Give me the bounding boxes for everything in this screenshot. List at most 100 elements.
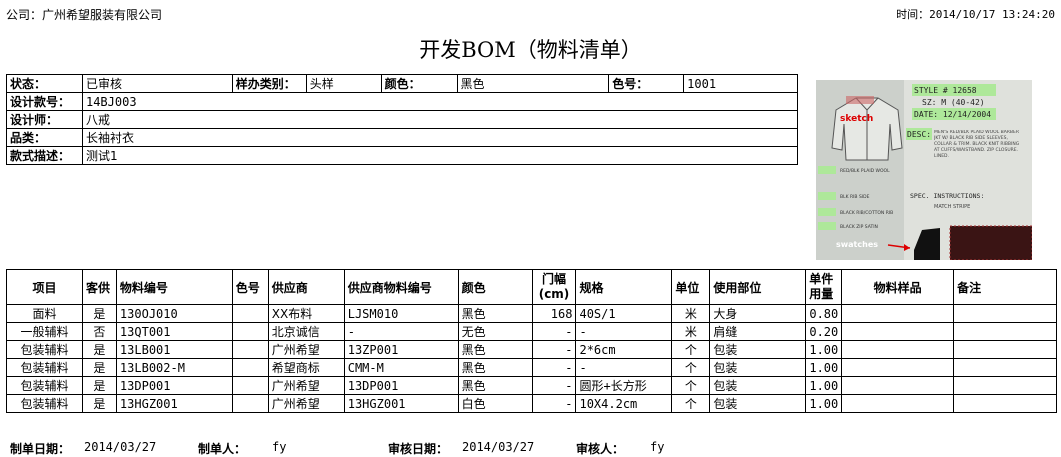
swatches-label: swatches — [836, 240, 878, 249]
table-cell — [841, 358, 955, 377]
table-cell: 黑色 — [457, 358, 533, 377]
table-cell — [953, 394, 1057, 413]
table-cell: 黑色 — [457, 304, 533, 323]
table-cell: 1.00 — [805, 376, 843, 395]
color-label: 颜色： — [380, 74, 458, 93]
company-name: 公司：广州希望服装有限公司 — [6, 8, 163, 22]
table-cell — [953, 340, 1057, 359]
table-cell: 米 — [671, 304, 711, 323]
table-cell: 10X4.2cm — [575, 394, 673, 413]
table-cell: 包装辅料 — [6, 394, 83, 413]
table-row: 包装辅料是 13LB001 广州希望 13ZP001 黑色 -2*6cm 个包装 1.00 — [6, 340, 1057, 359]
table-row: 包装辅料是 13LB002-M 希望商标 CMM-M 黑色 - - 个包装 1.00 — [6, 358, 1057, 377]
table-cell: 40S/1 — [575, 304, 673, 323]
table-cell: 1.00 — [805, 358, 843, 377]
page-title: 开发BOM（物料清单） — [419, 38, 642, 62]
table-cell: 是 — [81, 394, 117, 413]
sketch-label: sketch — [840, 114, 873, 124]
table-cell: 广州希望 — [267, 340, 345, 359]
table-cell: 包装 — [709, 358, 807, 377]
table-cell: 面料 — [6, 304, 83, 323]
size-text: SZ: M (40-42) — [922, 98, 985, 107]
table-row: 一般辅料否 13QT001 北京诚信 - 无色 - - 米肩缝 0.20 — [6, 322, 1057, 341]
table-cell: 是 — [81, 340, 117, 359]
table-cell: 13LB001 — [115, 340, 233, 359]
swatch-note: BLACK RIB/COTTON RIB — [840, 210, 893, 216]
table-cell: 北京诚信 — [267, 322, 345, 341]
table-cell: 米 — [671, 322, 711, 341]
table-cell — [231, 394, 269, 413]
spec-text: MATCH STRIPE — [934, 204, 970, 210]
table-cell: 包装 — [709, 394, 807, 413]
col-header: 物料编号 — [115, 269, 233, 305]
table-cell: - — [531, 358, 577, 377]
table-cell: 大身 — [709, 304, 807, 323]
table-row: 面料是 130OJ010 XX布料 LJSM010 黑色 168 40S/1 米大身 0.80 — [6, 304, 1057, 323]
table-cell — [841, 394, 955, 413]
table-cell: 黑色 — [457, 340, 533, 359]
maker-label: 制单人： — [198, 442, 247, 456]
table-cell: 广州希望 — [267, 376, 345, 395]
style-desc-label: 款式描述： — [6, 146, 83, 165]
table-cell: 2*6cm — [575, 340, 673, 359]
table-cell: 是 — [81, 376, 117, 395]
reviewer-value: fy — [650, 440, 665, 454]
table-cell: 否 — [81, 322, 117, 341]
table-cell — [953, 376, 1057, 395]
swatch-note: BLK RIB SIDE — [840, 194, 870, 200]
table-cell: - — [343, 322, 459, 341]
table-cell: - — [531, 340, 577, 359]
review-date-value: 2014/03/27 — [462, 440, 535, 454]
table-cell — [953, 322, 1057, 341]
table-cell: 13HGZ001 — [343, 394, 459, 413]
table-cell: - — [531, 322, 577, 341]
table-cell: 130OJ010 — [115, 304, 233, 323]
col-header: 备注 — [953, 269, 1057, 305]
table-cell: 13ZP001 — [343, 340, 459, 359]
table-cell: 1.00 — [805, 394, 843, 413]
table-cell — [841, 304, 955, 323]
table-cell: - — [531, 394, 577, 413]
table-cell — [841, 340, 955, 359]
table-cell: 包装 — [709, 340, 807, 359]
items-header-row: 项目 客供 物料编号 色号 供应商 供应商物料编号 颜色 门幅(cm) 规格 单… — [6, 269, 1057, 305]
table-cell: 广州希望 — [267, 394, 345, 413]
table-cell: 希望商标 — [267, 358, 345, 377]
table-cell: 0.80 — [805, 304, 843, 323]
maker-value: fy — [272, 440, 287, 454]
table-cell: CMM-M — [343, 358, 459, 377]
table-cell: 无色 — [457, 322, 533, 341]
table-cell: 13HGZ001 — [115, 394, 233, 413]
status-label: 状态： — [6, 74, 83, 93]
sketch-date: DATE: 12/14/2004 — [914, 110, 991, 119]
col-header: 供应商 — [267, 269, 345, 305]
table-cell: 168 — [531, 304, 577, 323]
color-no-label: 色号： — [608, 74, 685, 93]
design-no-label: 设计款号： — [6, 92, 83, 111]
table-cell — [841, 322, 955, 341]
color-no-value: 1001 — [683, 74, 798, 93]
table-cell: 肩缝 — [709, 322, 807, 341]
sample-type-value: 头样 — [305, 74, 382, 93]
col-header: 单件用量 — [805, 269, 843, 305]
category-value: 长袖衬衣 — [81, 128, 799, 147]
sample-type-label: 样办类别： — [231, 74, 307, 93]
table-cell — [231, 322, 269, 341]
sketch-description: MEN'S RED/BLK PLAID WOOL BARBER JKT W/ B… — [934, 130, 1020, 159]
product-image: sketch RED/BLK PLAID WOOL BLK RIB SIDE B… — [816, 80, 1032, 260]
table-cell — [231, 358, 269, 377]
col-header: 项目 — [6, 269, 83, 305]
table-cell: 0.20 — [805, 322, 843, 341]
table-row: 包装辅料是 13DP001 广州希望 13DP001 黑色 - 圆形+长方形个包装 1.00 — [6, 376, 1057, 395]
col-header: 供应商物料编号 — [343, 269, 459, 305]
table-cell: 个 — [671, 340, 711, 359]
style-desc-value: 测试1 — [81, 146, 799, 165]
col-header: 门幅(cm) — [531, 269, 577, 305]
designer-value: 八戒 — [81, 110, 799, 129]
table-cell: XX布料 — [267, 304, 345, 323]
swatch-note: BLACK ZIP SATIN — [840, 224, 878, 230]
category-label: 品类： — [6, 128, 83, 147]
print-time: 时间：2014/10/17 13:24:20 — [896, 8, 1055, 21]
col-header: 使用部位 — [709, 269, 807, 305]
col-header: 规格 — [575, 269, 673, 305]
